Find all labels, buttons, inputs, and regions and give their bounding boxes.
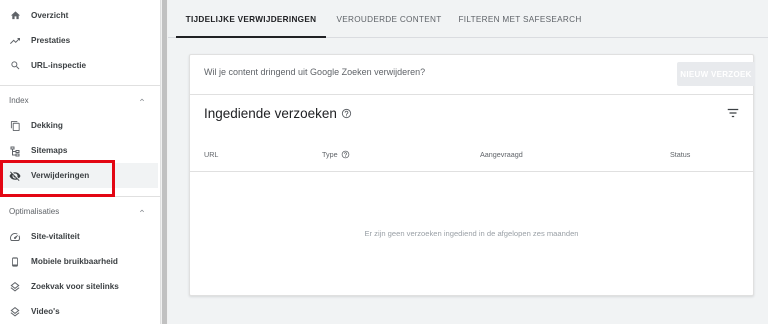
filter-icon[interactable] xyxy=(726,107,740,119)
sidebar-item-label: Video's xyxy=(31,307,60,316)
column-header-url[interactable]: URL xyxy=(204,150,218,159)
highlight-annotation xyxy=(0,160,115,197)
sidebar-item-videos[interactable]: Video's xyxy=(0,299,158,324)
tab-label: FILTEREN MET SAFESEARCH xyxy=(458,14,582,24)
scrollbar-thumb[interactable] xyxy=(162,0,167,324)
removal-question: Wil je content dringend uit Google Zoeke… xyxy=(204,67,426,77)
submitted-requests-title: Ingediende verzoeken xyxy=(204,106,337,121)
sidebar-item-mobiele-bruikbaarheid[interactable]: Mobiele bruikbaarheid xyxy=(0,249,158,274)
column-label: Status xyxy=(670,150,691,159)
chevron-up-icon xyxy=(140,209,144,213)
sidebar-item-dekking[interactable]: Dekking xyxy=(0,113,158,138)
sidebar-item-url-inspectie[interactable]: URL-inspectie xyxy=(0,53,158,78)
tab-tijdelijke-verwijderingen[interactable]: TIJDELIJKE VERWIJDERINGEN xyxy=(176,0,326,38)
sidebar-item-label: Zoekvak voor sitelinks xyxy=(31,282,119,291)
tab-label: VEROUDERDE CONTENT xyxy=(336,14,442,24)
tab-bar: TIJDELIJKE VERWIJDERINGEN VEROUDERDE CON… xyxy=(168,0,768,38)
chevron-up-icon xyxy=(140,98,144,102)
sidebar-item-overzicht[interactable]: Overzicht xyxy=(0,3,158,28)
tab-label: TIJDELIJKE VERWIJDERINGEN xyxy=(185,14,317,24)
copy-icon xyxy=(9,120,21,132)
sidebar-item-zoekvak-voor-sitelinks[interactable]: Zoekvak voor sitelinks xyxy=(0,274,158,299)
section-header-index[interactable]: Index xyxy=(0,88,158,112)
sitemap-icon xyxy=(9,145,21,157)
section-title: Index xyxy=(9,95,29,105)
search-icon xyxy=(9,60,21,72)
sidebar-item-prestaties[interactable]: Prestaties xyxy=(0,28,158,53)
section-header-optimalisaties[interactable]: Optimalisaties xyxy=(0,199,158,223)
sidebar-item-label: URL-inspectie xyxy=(31,61,87,70)
column-header-type[interactable]: Type xyxy=(322,150,350,159)
column-header-aangevraagd[interactable]: Aangevraagd xyxy=(480,150,523,159)
sidebar-scrollbar[interactable] xyxy=(160,0,168,324)
sidebar-item-label: Sitemaps xyxy=(31,146,68,155)
sidebar: Overzicht Prestaties URL-inspectie Index… xyxy=(0,0,160,324)
sidebar-item-label: Dekking xyxy=(31,121,63,130)
column-label: URL xyxy=(204,150,219,159)
help-icon[interactable] xyxy=(341,108,352,119)
home-icon xyxy=(9,10,21,22)
sidebar-item-site-vitaliteit[interactable]: Site-vitaliteit xyxy=(0,224,158,249)
sidebar-item-label: Prestaties xyxy=(31,36,71,45)
removals-card: Wil je content dringend uit Google Zoeke… xyxy=(189,54,755,296)
column-header-status[interactable]: Status xyxy=(670,150,690,159)
card-divider xyxy=(190,94,753,95)
sidebar-item-label: Mobiele bruikbaarheid xyxy=(31,257,118,266)
section-title: Optimalisaties xyxy=(9,206,60,216)
sidebar-divider xyxy=(0,85,160,86)
section-title: Ingediende verzoeken xyxy=(204,106,352,121)
column-label: Aangevraagd xyxy=(480,150,523,159)
tab-verouderde-content[interactable]: VEROUDERDE CONTENT xyxy=(332,0,446,38)
empty-state-message: Er zijn geen verzoeken ingediend in de a… xyxy=(364,229,579,238)
layers-icon xyxy=(9,281,21,293)
table-header-divider xyxy=(190,171,753,172)
phone-icon xyxy=(9,256,21,268)
trending-up-icon xyxy=(9,35,21,47)
help-icon[interactable] xyxy=(341,150,350,159)
sidebar-item-label: Site-vitaliteit xyxy=(31,232,80,241)
layers-icon xyxy=(9,306,21,318)
speed-icon xyxy=(9,231,21,243)
sidebar-item-label: Overzicht xyxy=(31,11,69,20)
new-request-button[interactable]: NIEUW VERZOEK xyxy=(677,62,755,86)
column-label: Type xyxy=(322,150,338,159)
tab-filteren-met-safesearch[interactable]: FILTEREN MET SAFESEARCH xyxy=(454,0,586,38)
